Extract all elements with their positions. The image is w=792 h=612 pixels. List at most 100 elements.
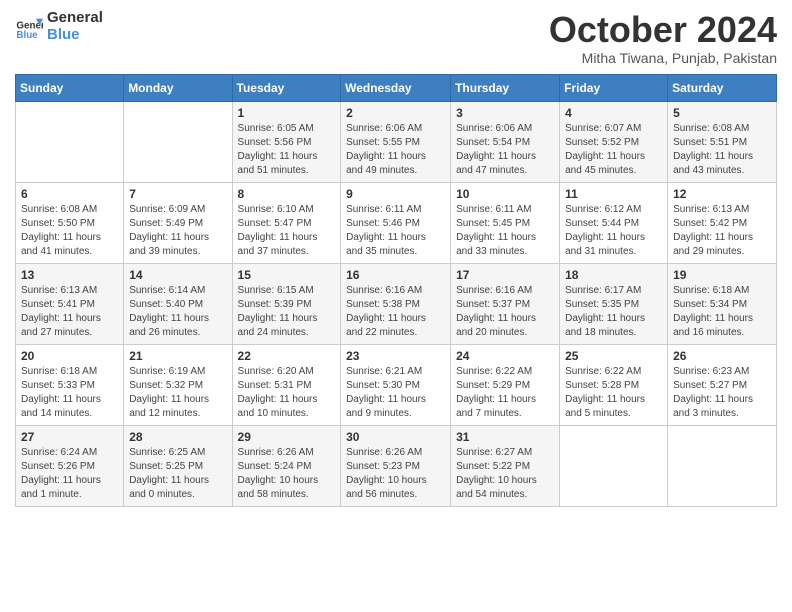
calendar-cell: 3 Sunrise: 6:06 AM Sunset: 5:54 PM Daylig… xyxy=(451,101,560,182)
calendar-cell: 11 Sunrise: 6:12 AM Sunset: 5:44 PM Dayli… xyxy=(560,182,668,263)
calendar-week-4: 20Sunrise: 6:18 AM Sunset: 5:33 PM Dayli… xyxy=(16,344,777,425)
calendar-week-1: 1 Sunrise: 6:05 AM Sunset: 5:56 PM Daylig… xyxy=(16,101,777,182)
day-info: Sunrise: 6:05 AM Sunset: 5:56 PM Dayligh… xyxy=(238,122,336,178)
calendar-cell: 17 Sunrise: 6:16 AM Sunset: 5:37 PM Dayli… xyxy=(451,263,560,344)
day-info: Sunrise: 6:11 AM Sunset: 5:45 PM Dayligh… xyxy=(456,203,554,259)
day-info: Sunrise: 6:19 AM Sunset: 5:32 PM Dayligh… xyxy=(129,365,226,421)
day-number: 22 xyxy=(238,349,336,363)
day-info: Sunrise: 6:24 AM Sunset: 5:26 PM Dayligh… xyxy=(21,446,118,502)
day-info: Sunrise: 6:18 AM Sunset: 5:34 PM Dayligh… xyxy=(673,284,771,340)
calendar-cell: 10 Sunrise: 6:11 AM Sunset: 5:45 PM Dayli… xyxy=(451,182,560,263)
location-subtitle: Mitha Tiwana, Punjab, Pakistan xyxy=(549,50,777,66)
svg-text:Blue: Blue xyxy=(16,30,38,41)
day-number: 14 xyxy=(129,268,226,282)
calendar-cell: 25 Sunrise: 6:22 AM Sunset: 5:28 PM Dayli… xyxy=(560,344,668,425)
calendar-week-5: 27 Sunrise: 6:24 AM Sunset: 5:26 PM Dayli… xyxy=(16,425,777,506)
day-number: 19 xyxy=(673,268,771,282)
day-info: Sunrise: 6:20 AM Sunset: 5:31 PM Dayligh… xyxy=(238,365,336,421)
calendar-cell: 6Sunrise: 6:08 AM Sunset: 5:50 PM Daylig… xyxy=(16,182,124,263)
day-number: 9 xyxy=(346,187,445,201)
day-number: 1 xyxy=(238,106,336,120)
day-info: Sunrise: 6:08 AM Sunset: 5:51 PM Dayligh… xyxy=(673,122,771,178)
header-friday: Friday xyxy=(560,74,668,101)
day-info: Sunrise: 6:11 AM Sunset: 5:46 PM Dayligh… xyxy=(346,203,445,259)
calendar-cell: 1 Sunrise: 6:05 AM Sunset: 5:56 PM Daylig… xyxy=(232,101,341,182)
page-header: General Blue General Blue October 2024 M… xyxy=(15,10,777,66)
calendar-cell: 12Sunrise: 6:13 AM Sunset: 5:42 PM Dayli… xyxy=(668,182,777,263)
day-number: 3 xyxy=(456,106,554,120)
day-number: 31 xyxy=(456,430,554,444)
day-number: 7 xyxy=(129,187,226,201)
day-info: Sunrise: 6:12 AM Sunset: 5:44 PM Dayligh… xyxy=(565,203,662,259)
header-thursday: Thursday xyxy=(451,74,560,101)
day-number: 16 xyxy=(346,268,445,282)
title-block: October 2024 Mitha Tiwana, Punjab, Pakis… xyxy=(549,10,777,66)
calendar-cell: 23Sunrise: 6:21 AM Sunset: 5:30 PM Dayli… xyxy=(341,344,451,425)
day-info: Sunrise: 6:27 AM Sunset: 5:22 PM Dayligh… xyxy=(456,446,554,502)
calendar-cell: 14 Sunrise: 6:14 AM Sunset: 5:40 PM Dayli… xyxy=(124,263,232,344)
logo-blue: Blue xyxy=(47,27,103,44)
day-number: 21 xyxy=(129,349,226,363)
day-info: Sunrise: 6:26 AM Sunset: 5:24 PM Dayligh… xyxy=(238,446,336,502)
calendar-cell: 29 Sunrise: 6:26 AM Sunset: 5:24 PM Dayli… xyxy=(232,425,341,506)
calendar-cell: 24Sunrise: 6:22 AM Sunset: 5:29 PM Dayli… xyxy=(451,344,560,425)
logo-icon: General Blue xyxy=(15,13,43,41)
day-info: Sunrise: 6:06 AM Sunset: 5:54 PM Dayligh… xyxy=(456,122,554,178)
day-number: 25 xyxy=(565,349,662,363)
calendar-cell: 18 Sunrise: 6:17 AM Sunset: 5:35 PM Dayli… xyxy=(560,263,668,344)
day-number: 20 xyxy=(21,349,118,363)
header-monday: Monday xyxy=(124,74,232,101)
header-saturday: Saturday xyxy=(668,74,777,101)
calendar-cell: 15 Sunrise: 6:15 AM Sunset: 5:39 PM Dayli… xyxy=(232,263,341,344)
day-number: 29 xyxy=(238,430,336,444)
day-info: Sunrise: 6:10 AM Sunset: 5:47 PM Dayligh… xyxy=(238,203,336,259)
calendar-cell: 9 Sunrise: 6:11 AM Sunset: 5:46 PM Daylig… xyxy=(341,182,451,263)
day-number: 5 xyxy=(673,106,771,120)
calendar-cell: 27 Sunrise: 6:24 AM Sunset: 5:26 PM Dayli… xyxy=(16,425,124,506)
day-number: 13 xyxy=(21,268,118,282)
day-info: Sunrise: 6:23 AM Sunset: 5:27 PM Dayligh… xyxy=(673,365,771,421)
day-info: Sunrise: 6:22 AM Sunset: 5:28 PM Dayligh… xyxy=(565,365,662,421)
day-number: 28 xyxy=(129,430,226,444)
calendar-table: SundayMondayTuesdayWednesdayThursdayFrid… xyxy=(15,74,777,507)
day-number: 30 xyxy=(346,430,445,444)
calendar-cell: 21 Sunrise: 6:19 AM Sunset: 5:32 PM Dayli… xyxy=(124,344,232,425)
calendar-cell xyxy=(124,101,232,182)
calendar-cell xyxy=(560,425,668,506)
day-info: Sunrise: 6:17 AM Sunset: 5:35 PM Dayligh… xyxy=(565,284,662,340)
day-number: 10 xyxy=(456,187,554,201)
day-number: 8 xyxy=(238,187,336,201)
calendar-header-row: SundayMondayTuesdayWednesdayThursdayFrid… xyxy=(16,74,777,101)
day-number: 17 xyxy=(456,268,554,282)
header-sunday: Sunday xyxy=(16,74,124,101)
calendar-cell: 20Sunrise: 6:18 AM Sunset: 5:33 PM Dayli… xyxy=(16,344,124,425)
day-number: 15 xyxy=(238,268,336,282)
day-info: Sunrise: 6:06 AM Sunset: 5:55 PM Dayligh… xyxy=(346,122,445,178)
day-info: Sunrise: 6:14 AM Sunset: 5:40 PM Dayligh… xyxy=(129,284,226,340)
day-number: 23 xyxy=(346,349,445,363)
logo-general: General xyxy=(47,10,103,27)
day-number: 4 xyxy=(565,106,662,120)
day-info: Sunrise: 6:07 AM Sunset: 5:52 PM Dayligh… xyxy=(565,122,662,178)
calendar-cell xyxy=(16,101,124,182)
calendar-cell: 19 Sunrise: 6:18 AM Sunset: 5:34 PM Dayli… xyxy=(668,263,777,344)
logo: General Blue General Blue xyxy=(15,10,103,43)
day-number: 11 xyxy=(565,187,662,201)
calendar-week-3: 13 Sunrise: 6:13 AM Sunset: 5:41 PM Dayli… xyxy=(16,263,777,344)
day-number: 24 xyxy=(456,349,554,363)
day-info: Sunrise: 6:16 AM Sunset: 5:37 PM Dayligh… xyxy=(456,284,554,340)
day-number: 6 xyxy=(21,187,118,201)
calendar-cell: 5 Sunrise: 6:08 AM Sunset: 5:51 PM Daylig… xyxy=(668,101,777,182)
day-number: 26 xyxy=(673,349,771,363)
day-info: Sunrise: 6:13 AM Sunset: 5:41 PM Dayligh… xyxy=(21,284,118,340)
day-number: 27 xyxy=(21,430,118,444)
calendar-cell: 16Sunrise: 6:16 AM Sunset: 5:38 PM Dayli… xyxy=(341,263,451,344)
calendar-cell: 30Sunrise: 6:26 AM Sunset: 5:23 PM Dayli… xyxy=(341,425,451,506)
header-wednesday: Wednesday xyxy=(341,74,451,101)
day-info: Sunrise: 6:13 AM Sunset: 5:42 PM Dayligh… xyxy=(673,203,771,259)
day-info: Sunrise: 6:15 AM Sunset: 5:39 PM Dayligh… xyxy=(238,284,336,340)
day-info: Sunrise: 6:25 AM Sunset: 5:25 PM Dayligh… xyxy=(129,446,226,502)
calendar-cell: 28 Sunrise: 6:25 AM Sunset: 5:25 PM Dayli… xyxy=(124,425,232,506)
header-tuesday: Tuesday xyxy=(232,74,341,101)
day-number: 18 xyxy=(565,268,662,282)
